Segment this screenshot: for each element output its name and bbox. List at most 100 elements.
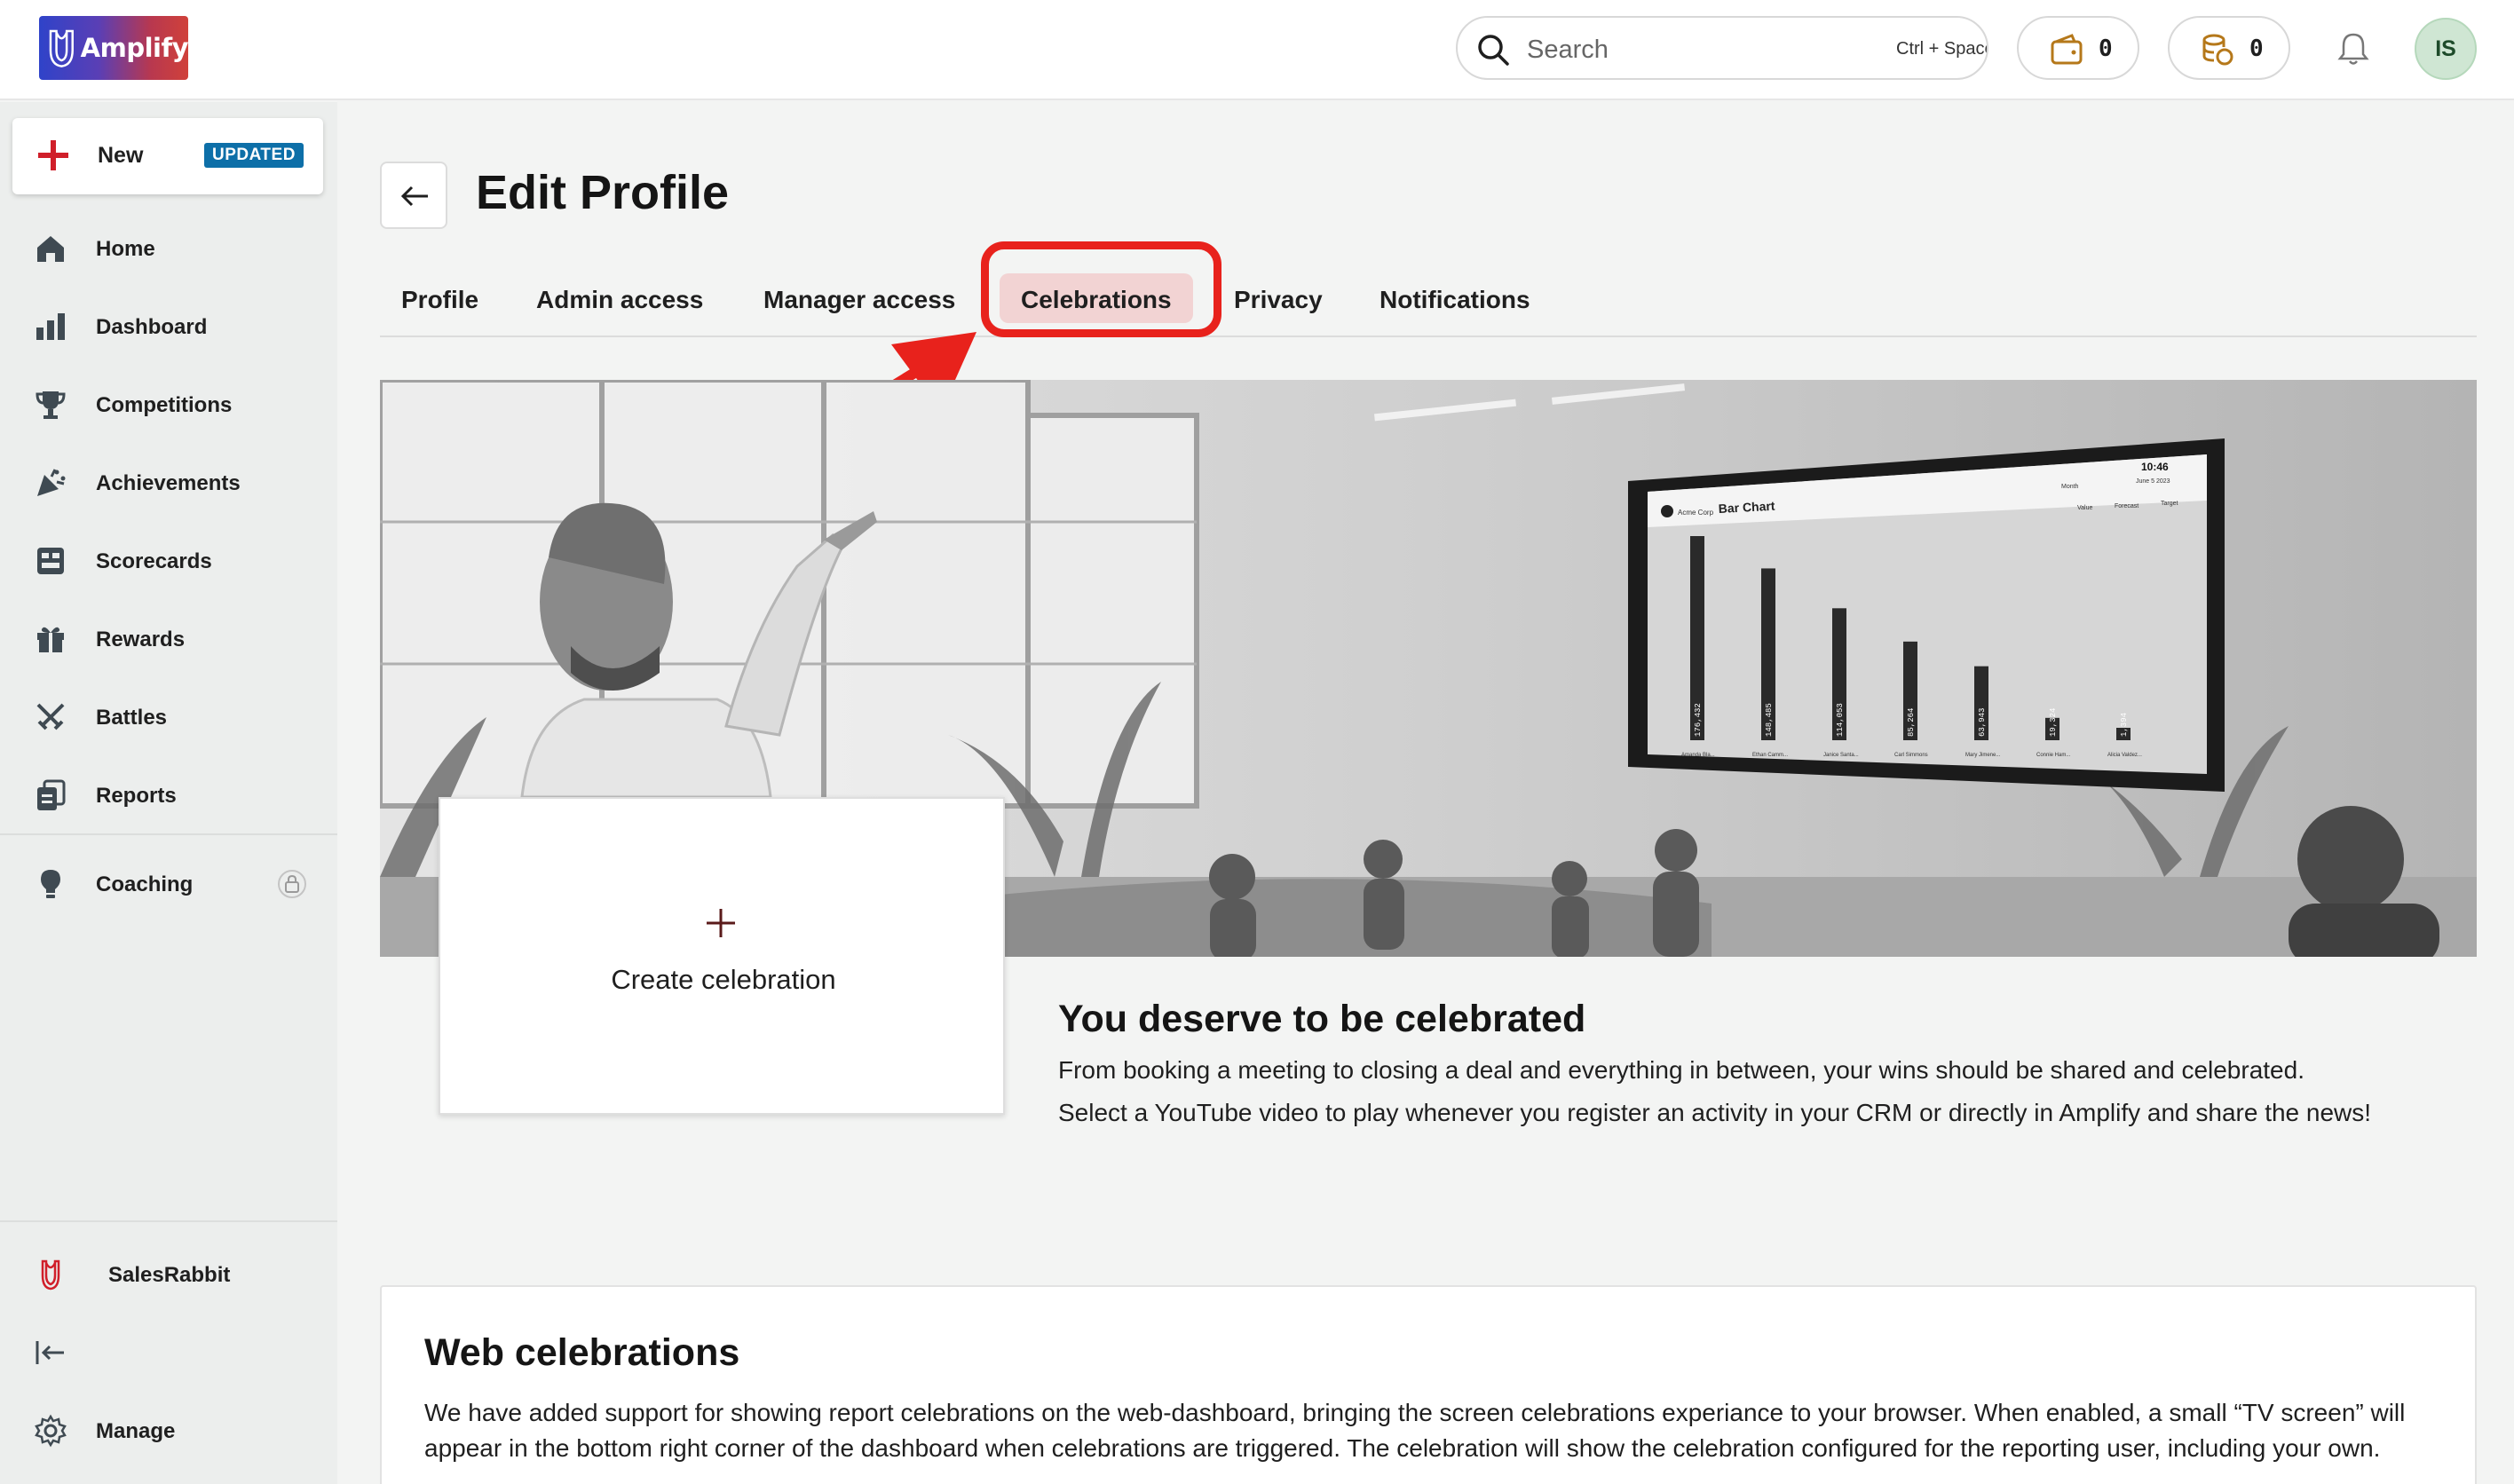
search-placeholder: Search [1527, 36, 1609, 64]
bar-chart-screen: Acme Corp Bar Chart 10:46 June 5 2023 Mo… [1628, 438, 2225, 792]
tv-period: Month [2061, 484, 2079, 490]
gift-icon [37, 627, 64, 652]
tv-bar-value: 1,394 [2120, 713, 2129, 737]
sidebar-org-salesrabbit[interactable]: SalesRabbit [0, 1243, 337, 1306]
sidebar: New UPDATED Home Dashboard Competitions … [0, 102, 337, 1484]
collapse-left-icon [36, 1341, 64, 1364]
tab-admin-access[interactable]: Admin access [515, 273, 724, 323]
tv-company-name: Acme Corp [1678, 509, 1714, 517]
sidebar-item-competitions[interactable]: Competitions [0, 374, 337, 436]
lock-icon [278, 870, 306, 898]
tv-bar-name: Janice Santa... [1823, 753, 1859, 758]
celebrations-description-2: Select a YouTube video to play whenever … [1058, 1099, 2372, 1126]
sidebar-item-label: Scorecards [96, 549, 212, 573]
sidebar-item-label: Achievements [96, 471, 241, 495]
home-icon [37, 236, 64, 262]
page-title: Edit Profile [476, 166, 730, 219]
tv-bar-name: Mary Jimene... [1965, 753, 2001, 758]
tv-bar-name: Carl Simmons [1894, 753, 1928, 758]
search-icon [1478, 35, 1509, 66]
salesrabbit-logo-icon [41, 1259, 60, 1291]
sidebar-item-rewards[interactable]: Rewards [0, 608, 337, 670]
new-button-label: New [98, 143, 144, 168]
tv-screen: Acme Corp Bar Chart 10:46 June 5 2023 Mo… [1628, 438, 2225, 792]
celebrations-heading: You deserve to be celebrated [1058, 998, 1586, 1040]
web-celebrations-heading: Web celebrations [424, 1331, 740, 1374]
tv-bar-name: Amanda Bla... [1681, 753, 1715, 758]
rabbit-logo-icon [49, 29, 74, 67]
sidebar-divider [0, 833, 337, 835]
tv-legend-value: Value [2077, 505, 2092, 511]
tv-legend-forecast: Forecast [2115, 503, 2138, 509]
create-celebration-card[interactable]: Create celebration [439, 797, 1005, 1115]
bell-icon[interactable] [2335, 30, 2372, 67]
top-bar: Amplify Search Ctrl + Space 0 0 IS [0, 0, 2514, 100]
app-name: Amplify [80, 33, 189, 63]
sidebar-item-home[interactable]: Home [0, 217, 337, 280]
sidebar-item-label: Rewards [96, 628, 186, 651]
party-popper-icon [37, 469, 66, 496]
tv-legend-target: Target [2161, 501, 2178, 507]
tv-bar-value: 19,324 [2049, 708, 2058, 737]
amplify-logo[interactable]: Amplify [39, 16, 189, 80]
plus-icon [38, 140, 68, 170]
sidebar-divider [0, 1220, 337, 1222]
new-button[interactable]: New UPDATED [12, 118, 323, 194]
user-avatar[interactable]: IS [2415, 18, 2477, 80]
coins-icon [2202, 34, 2233, 66]
search-shortcut-hint: Ctrl + Space [1896, 39, 1988, 59]
tab-privacy[interactable]: Privacy [1213, 273, 1344, 323]
tab-profile[interactable]: Profile [380, 273, 500, 323]
org-name: SalesRabbit [108, 1263, 231, 1287]
collapse-sidebar-button[interactable] [0, 1322, 337, 1384]
sidebar-item-label: Home [96, 237, 155, 261]
sidebar-item-achievements[interactable]: Achievements [0, 452, 337, 514]
tv-bar-value: 176,432 [1694, 703, 1703, 737]
gear-icon [35, 1414, 67, 1448]
tv-bar-value: 85,264 [1907, 708, 1916, 737]
wallet-button[interactable]: 0 [2017, 16, 2139, 80]
web-celebrations-description: We have added support for showing report… [424, 1399, 2406, 1462]
tv-bar-value: 114,053 [1836, 703, 1845, 737]
web-celebrations-card: Web celebrations We have added support f… [380, 1285, 2477, 1484]
trophy-icon [36, 391, 66, 419]
sidebar-item-label: Dashboard [96, 315, 208, 339]
tv-date: June 5 2023 [2136, 478, 2170, 485]
sidebar-item-scorecards[interactable]: Scorecards [0, 530, 337, 592]
tv-time: 10:46 [2141, 461, 2169, 473]
sidebar-item-battles[interactable]: Battles [0, 686, 337, 748]
lightbulb-icon [41, 870, 60, 898]
sidebar-item-label: Competitions [96, 393, 233, 417]
sidebar-item-dashboard[interactable]: Dashboard [0, 296, 337, 358]
tv-bar-value: 148,485 [1765, 703, 1774, 737]
coins-button[interactable]: 0 [2168, 16, 2290, 80]
tv-chart-title: Bar Chart [1718, 499, 1775, 516]
wallet-icon [2051, 34, 2083, 65]
sidebar-item-label: Battles [96, 706, 168, 730]
tab-manager-access[interactable]: Manager access [742, 273, 976, 323]
create-celebration-label: Create celebration [611, 964, 836, 995]
sidebar-item-label: Reports [96, 784, 177, 808]
celebrations-description-1: From booking a meeting to closing a deal… [1058, 1056, 2304, 1084]
scorecard-icon [37, 548, 64, 574]
wallet-count: 0 [2099, 36, 2113, 62]
coins-count: 0 [2249, 36, 2264, 62]
tv-bar-value: 63,943 [1978, 708, 1987, 737]
updated-badge: UPDATED [204, 143, 304, 168]
sidebar-item-label: Manage [96, 1419, 176, 1443]
bar-chart-icon [36, 313, 65, 340]
sidebar-item-coaching[interactable]: Coaching [0, 853, 337, 915]
arrow-left-icon [400, 186, 428, 207]
sidebar-item-reports[interactable]: Reports [0, 764, 337, 826]
tv-bar-name: Ethan Camm... [1752, 753, 1788, 758]
highlight-annotation [981, 241, 1221, 337]
sidebar-item-label: Coaching [96, 872, 194, 896]
search-input[interactable]: Search Ctrl + Space [1456, 16, 1988, 80]
tv-bar-name: Connie Ham... [2036, 753, 2071, 758]
profile-tabs: Profile Admin access Manager access Cele… [380, 257, 2477, 337]
back-button[interactable] [380, 162, 447, 229]
tab-notifications[interactable]: Notifications [1358, 273, 1552, 323]
sidebar-item-manage[interactable]: Manage [0, 1400, 337, 1462]
plus-icon [707, 909, 735, 937]
reports-icon [37, 779, 66, 810]
